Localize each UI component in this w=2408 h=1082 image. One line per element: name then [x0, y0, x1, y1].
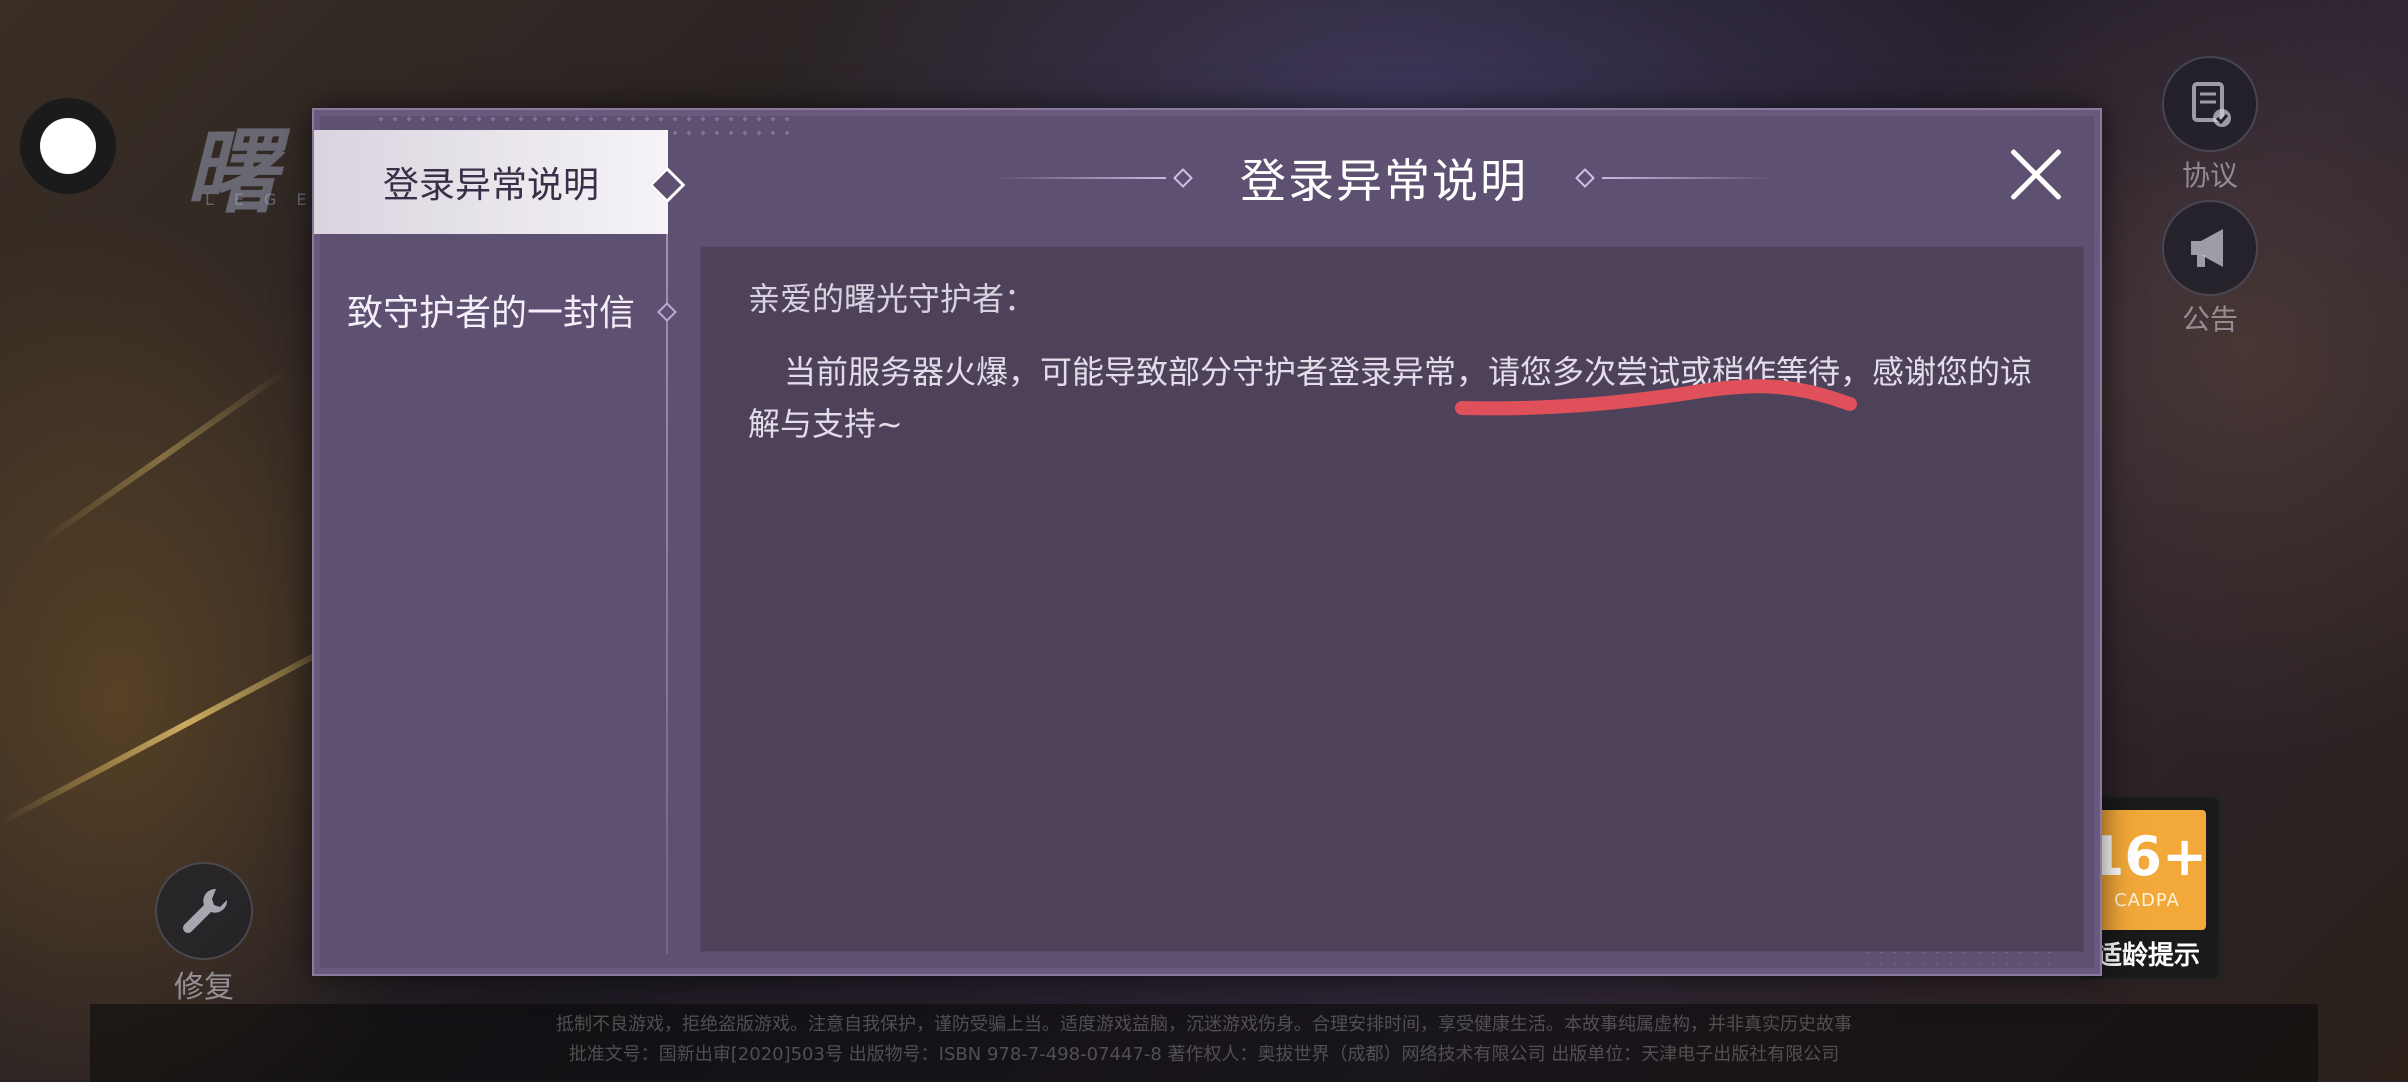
notice-label: 公告 [2181, 303, 2238, 336]
notice-greeting: 亲爱的曙光守护者： [748, 280, 1037, 318]
dialog-title: 登录异常说明 [1240, 154, 1528, 208]
repair-label: 修复 [174, 970, 234, 1005]
dialog-tab-list: 登录异常说明 致守护者的一封信 [314, 130, 686, 974]
legal-footer-line: 批准文号：国新出审[2020]503号 出版物号：ISBN 978-7-498-… [568, 1044, 1840, 1065]
age-rating-box: 16+ CADPA [2086, 810, 2208, 930]
close-icon[interactable] [2008, 146, 2064, 202]
floating-dot-icon [40, 118, 96, 174]
login-notice-dialog: 登录异常说明 致守护者的一封信 登录异常说明 亲爱的曙光守护者： 当前服务器火爆… [312, 108, 2102, 976]
title-ornament-line [996, 177, 1166, 179]
notice-content-panel: 亲爱的曙光守护者： 当前服务器火爆，可能导致部分守护者登录异常，请您多次尝试或稍… [700, 246, 2084, 952]
floating-assistive-button[interactable] [20, 98, 116, 194]
megaphone-icon [2162, 200, 2258, 296]
wrench-icon [155, 862, 253, 960]
tab-letter-to-guardians[interactable]: 致守护者的一封信 [314, 258, 677, 362]
diamond-icon [1575, 168, 1595, 188]
diamond-icon [1173, 168, 1193, 188]
age-rating-number: 16+ [2086, 824, 2208, 888]
tab-label: 致守护者的一封信 [346, 293, 635, 334]
game-logo: 曙 [185, 118, 282, 226]
repair-button[interactable]: 修复 [155, 862, 253, 1006]
agreement-label: 协议 [2181, 159, 2238, 192]
game-logo-subtitle: LEGE [205, 190, 327, 209]
legal-footer: 抵制不良游戏，拒绝盗版游戏。注意自我保护，谨防受骗上当。适度游戏益脑，沉迷游戏伤… [90, 1004, 2318, 1082]
dialog-header: 登录异常说明 [668, 110, 2100, 246]
tab-login-notice[interactable]: 登录异常说明 [314, 130, 686, 234]
agreement-button[interactable]: 协议 [2162, 56, 2258, 194]
age-rating-org: CADPA [2114, 889, 2180, 911]
document-check-icon [2162, 56, 2258, 152]
notice-button[interactable]: 公告 [2162, 200, 2258, 338]
tab-divider [666, 130, 668, 954]
title-ornament-line [1602, 177, 1772, 179]
diamond-icon [657, 302, 677, 322]
red-underline-annotation [1455, 379, 1857, 416]
tab-label: 登录异常说明 [382, 165, 599, 206]
legal-footer-line: 抵制不良游戏，拒绝盗版游戏。注意自我保护，谨防受骗上当。适度游戏益脑，沉迷游戏伤… [556, 1014, 1852, 1035]
